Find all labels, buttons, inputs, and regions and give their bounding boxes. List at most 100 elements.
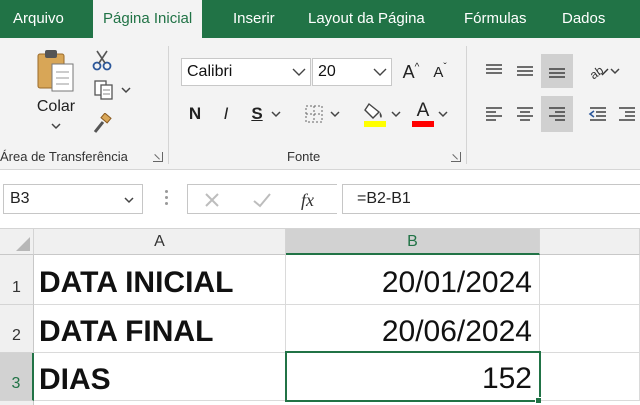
align-left-button[interactable] bbox=[480, 98, 508, 130]
tab-arquivo[interactable]: Arquivo bbox=[13, 0, 64, 38]
name-box[interactable]: B3 bbox=[3, 184, 143, 214]
column-header-b[interactable]: B bbox=[286, 229, 540, 255]
group-divider bbox=[466, 46, 467, 164]
grow-font-button[interactable]: A ^ bbox=[399, 58, 423, 86]
increase-indent-button[interactable] bbox=[614, 98, 640, 130]
insert-function-button[interactable]: fx bbox=[296, 187, 326, 213]
cancel-entry-button[interactable] bbox=[198, 189, 226, 211]
cell-a1[interactable]: DATA INICIAL bbox=[34, 255, 286, 305]
font-launcher-icon[interactable] bbox=[451, 152, 461, 162]
confirm-entry-button[interactable] bbox=[248, 189, 276, 211]
grow-font-icon: A bbox=[402, 61, 415, 82]
cell-a3[interactable]: DIAS bbox=[34, 353, 286, 401]
ribbon: Colar Área de Transferência Calibri 20 A… bbox=[0, 38, 640, 170]
select-all-corner[interactable] bbox=[0, 229, 34, 255]
align-right-button[interactable] bbox=[541, 96, 573, 132]
chevron-down-icon bbox=[330, 111, 340, 118]
formula-bar: B3 fx =B2-B1 bbox=[0, 171, 640, 229]
align-top-button[interactable] bbox=[480, 56, 508, 86]
format-painter-button[interactable] bbox=[90, 112, 114, 136]
chevron-down-icon bbox=[438, 111, 448, 118]
svg-text:ab: ab bbox=[588, 63, 606, 81]
chevron-down-icon bbox=[121, 87, 131, 94]
column-header-c[interactable] bbox=[540, 229, 640, 255]
clipboard-group-label: Área de Transferência bbox=[0, 149, 128, 164]
formula-bar-grip-icon[interactable] bbox=[165, 187, 169, 211]
tab-layout-da-pagina[interactable]: Layout da Página bbox=[308, 0, 425, 38]
ribbon-tab-bar: Arquivo Página Inicial Inserir Layout da… bbox=[0, 0, 640, 38]
row-header[interactable]: 1 bbox=[0, 255, 34, 305]
align-center-button[interactable] bbox=[511, 98, 539, 130]
chevron-down-icon bbox=[51, 123, 61, 130]
chevron-down-icon bbox=[391, 111, 401, 118]
underline-button[interactable]: S bbox=[246, 100, 286, 128]
tab-pagina-inicial[interactable]: Página Inicial bbox=[93, 0, 203, 38]
clipboard-launcher-icon[interactable] bbox=[153, 152, 163, 162]
align-middle-icon bbox=[517, 66, 533, 76]
align-bottom-icon bbox=[549, 68, 565, 78]
decrease-indent-button[interactable] bbox=[584, 98, 612, 130]
font-name-value: Calibri bbox=[187, 63, 233, 80]
paste-button[interactable]: Colar bbox=[30, 48, 82, 138]
align-bottom-button[interactable] bbox=[541, 54, 573, 88]
increase-indent-icon bbox=[619, 107, 635, 121]
decrease-indent-icon bbox=[588, 107, 606, 121]
align-top-icon bbox=[486, 64, 502, 74]
name-box-value: B3 bbox=[10, 190, 30, 207]
select-all-triangle-icon bbox=[16, 237, 30, 251]
shrink-font-icon: A bbox=[433, 63, 444, 81]
chevron-down-icon bbox=[124, 197, 134, 204]
orientation-button[interactable]: ab bbox=[584, 56, 624, 86]
font-color-swatch bbox=[412, 121, 434, 127]
row-header[interactable]: 3 bbox=[0, 353, 34, 401]
chevron-down-icon bbox=[610, 68, 620, 75]
column-header-a[interactable]: A bbox=[34, 229, 286, 255]
clipboard-paste-icon bbox=[37, 50, 74, 92]
cell-a2[interactable]: DATA FINAL bbox=[34, 305, 286, 353]
cell-b2[interactable]: 20/06/2024 bbox=[286, 305, 540, 353]
italic-button[interactable]: I bbox=[214, 100, 238, 128]
paint-bucket-icon bbox=[364, 102, 386, 127]
formula-actions: fx bbox=[187, 184, 337, 214]
close-icon bbox=[205, 193, 219, 207]
italic-label: I bbox=[223, 104, 229, 123]
copy-button[interactable] bbox=[90, 78, 134, 102]
chevron-down-icon bbox=[373, 68, 387, 76]
borders-icon bbox=[305, 105, 323, 123]
chevron-down-icon bbox=[271, 111, 281, 118]
cell-b3[interactable]: 152 bbox=[285, 351, 541, 402]
scissors-icon bbox=[92, 50, 112, 71]
tab-dados[interactable]: Dados bbox=[562, 0, 605, 38]
font-size-combobox[interactable]: 20 bbox=[312, 58, 392, 86]
bold-label: N bbox=[188, 104, 202, 123]
underline-label: S bbox=[251, 104, 263, 123]
cell-c1[interactable] bbox=[540, 255, 640, 305]
shrink-font-button[interactable]: Aˇ bbox=[428, 58, 452, 86]
formula-value: =B2-B1 bbox=[357, 190, 411, 207]
cell-c2[interactable] bbox=[540, 305, 640, 353]
cut-button[interactable] bbox=[90, 48, 114, 72]
checkmark-icon bbox=[253, 193, 271, 208]
font-group-label: Fonte bbox=[287, 149, 321, 164]
tab-formulas[interactable]: Fórmulas bbox=[464, 0, 527, 38]
row-header[interactable] bbox=[0, 401, 34, 405]
fill-color-button[interactable] bbox=[360, 98, 404, 130]
font-color-icon: A bbox=[416, 100, 430, 121]
font-name-combobox[interactable]: Calibri bbox=[181, 58, 311, 86]
worksheet-grid: A B 1 DATA INICIAL 20/01/2024 2 DATA FIN… bbox=[0, 229, 640, 405]
font-size-value: 20 bbox=[318, 63, 336, 80]
paintbrush-icon bbox=[93, 113, 112, 133]
row-header[interactable]: 2 bbox=[0, 305, 34, 353]
cell-b1[interactable]: 20/01/2024 bbox=[286, 255, 540, 305]
align-middle-button[interactable] bbox=[511, 56, 539, 86]
bold-button[interactable]: N bbox=[183, 100, 207, 128]
cell-c3[interactable] bbox=[541, 353, 640, 401]
tab-inserir[interactable]: Inserir bbox=[233, 0, 275, 38]
formula-input[interactable]: =B2-B1 bbox=[342, 184, 640, 214]
group-divider bbox=[168, 46, 169, 164]
text-orientation-icon: ab bbox=[588, 63, 609, 81]
paste-label: Colar bbox=[36, 98, 76, 115]
borders-button[interactable] bbox=[300, 100, 344, 128]
align-center-icon bbox=[517, 107, 533, 121]
font-color-button[interactable]: A bbox=[408, 98, 452, 130]
